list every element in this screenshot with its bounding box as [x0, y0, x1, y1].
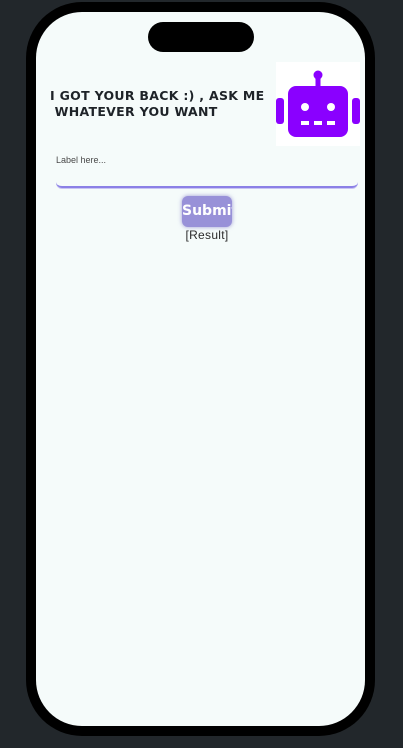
- result-text: [Result]: [185, 228, 229, 242]
- page-title: I GOT YOUR BACK :) , ASK ME WHATEVER YOU…: [50, 88, 265, 119]
- robot-icon: [276, 70, 360, 137]
- label-placeholder: Label here...: [56, 155, 107, 165]
- submit-button[interactable]: Submit: [182, 196, 232, 227]
- dynamic-island: [148, 22, 254, 52]
- label-input[interactable]: Label here...: [56, 152, 358, 188]
- app-screen: I GOT YOUR BACK :) , ASK ME WHATEVER YOU…: [36, 12, 365, 726]
- phone-frame: I GOT YOUR BACK :) , ASK ME WHATEVER YOU…: [26, 2, 375, 736]
- robot-logo: [276, 62, 360, 146]
